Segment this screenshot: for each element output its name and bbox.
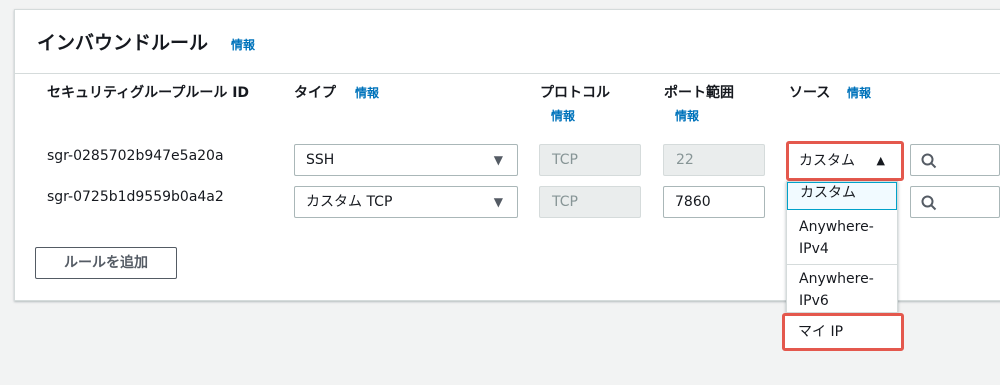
source-option-anywhere-ipv4[interactable]: Anywhere- IPv4 (787, 216, 897, 260)
source-option-custom-label: カスタム (800, 185, 856, 201)
column-header-protocol: プロトコル (540, 85, 610, 101)
type-select-1[interactable]: SSH ▼ (294, 144, 518, 176)
panel-header: インバウンドルール 情報 (15, 10, 1000, 74)
type-info-link[interactable]: 情報 (355, 84, 379, 101)
protocol-info-link[interactable]: 情報 (551, 107, 575, 124)
column-header-port-range: ポート範囲 (664, 85, 734, 101)
caret-down-icon: ▼ (493, 153, 503, 167)
source-option-my-ip-label: マイ IP (798, 324, 844, 340)
type-select-value-1: SSH (306, 152, 335, 168)
source-option-ipv6-line1: Anywhere- (799, 271, 874, 287)
source-option-anywhere-ipv6[interactable]: Anywhere- IPv6 (787, 268, 897, 312)
search-icon (921, 153, 937, 169)
source-cidr-input-2[interactable] (910, 186, 1000, 218)
column-header-type: タイプ (294, 85, 336, 101)
port-range-info-link[interactable]: 情報 (675, 107, 699, 124)
type-select-2[interactable]: カスタム TCP ▼ (294, 186, 518, 218)
column-header-rule-id: セキュリティグループルール ID (47, 85, 250, 101)
title-info-link[interactable]: 情報 (231, 36, 255, 53)
dropdown-divider (787, 264, 897, 265)
source-dropdown-menu: カスタム Anywhere- IPv4 Anywhere- IPv6 (786, 181, 898, 313)
port-field-2[interactable]: 7860 (663, 186, 765, 218)
column-header-source: ソース (789, 85, 831, 101)
source-option-ipv6-line2: IPv6 (799, 293, 829, 309)
source-info-link[interactable]: 情報 (847, 84, 871, 101)
rule-id-1: sgr-0285702b947e5a20a (47, 148, 224, 164)
source-select-value-1: カスタム (799, 153, 855, 169)
protocol-field-1: TCP (539, 144, 641, 176)
port-field-1: 22 (663, 144, 765, 176)
panel-title: インバウンドルール (37, 32, 209, 54)
source-select-1[interactable]: カスタム ▲ (786, 141, 904, 181)
page: インバウンドルール 情報 セキュリティグループルール ID タイプ 情報 プロト… (0, 0, 1000, 385)
type-select-value-2: カスタム TCP (306, 194, 393, 210)
protocol-field-2: TCP (539, 186, 641, 218)
source-option-ipv4-line2: IPv4 (799, 241, 829, 257)
source-cidr-input-1[interactable] (910, 144, 1000, 176)
source-option-custom[interactable]: カスタム (787, 182, 897, 210)
caret-up-icon: ▲ (876, 154, 885, 167)
source-option-my-ip[interactable]: マイ IP (782, 313, 904, 351)
add-rule-button[interactable]: ルールを追加 (35, 247, 177, 279)
rule-id-2: sgr-0725b1d9559b0a4a2 (47, 189, 224, 205)
caret-down-icon: ▼ (493, 195, 503, 209)
source-option-ipv4-line1: Anywhere- (799, 219, 874, 235)
search-icon (921, 195, 937, 211)
